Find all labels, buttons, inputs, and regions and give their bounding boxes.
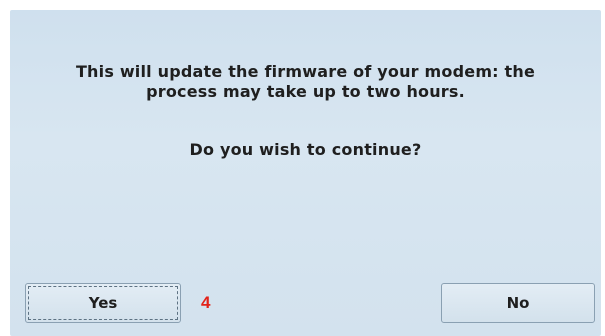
yes-button[interactable]: Yes: [25, 283, 181, 323]
dialog-message: This will update the firmware of your mo…: [10, 62, 601, 102]
dialog-message-line-1: This will update the firmware of your mo…: [75, 62, 536, 81]
dialog-question: Do you wish to continue?: [189, 140, 422, 159]
no-button[interactable]: No: [441, 283, 595, 323]
dialog-message-line-2: process may take up to two hours.: [146, 82, 465, 101]
no-button-label: No: [506, 294, 530, 312]
yes-button-label: Yes: [88, 294, 118, 312]
annotation-number: 4: [201, 293, 211, 312]
